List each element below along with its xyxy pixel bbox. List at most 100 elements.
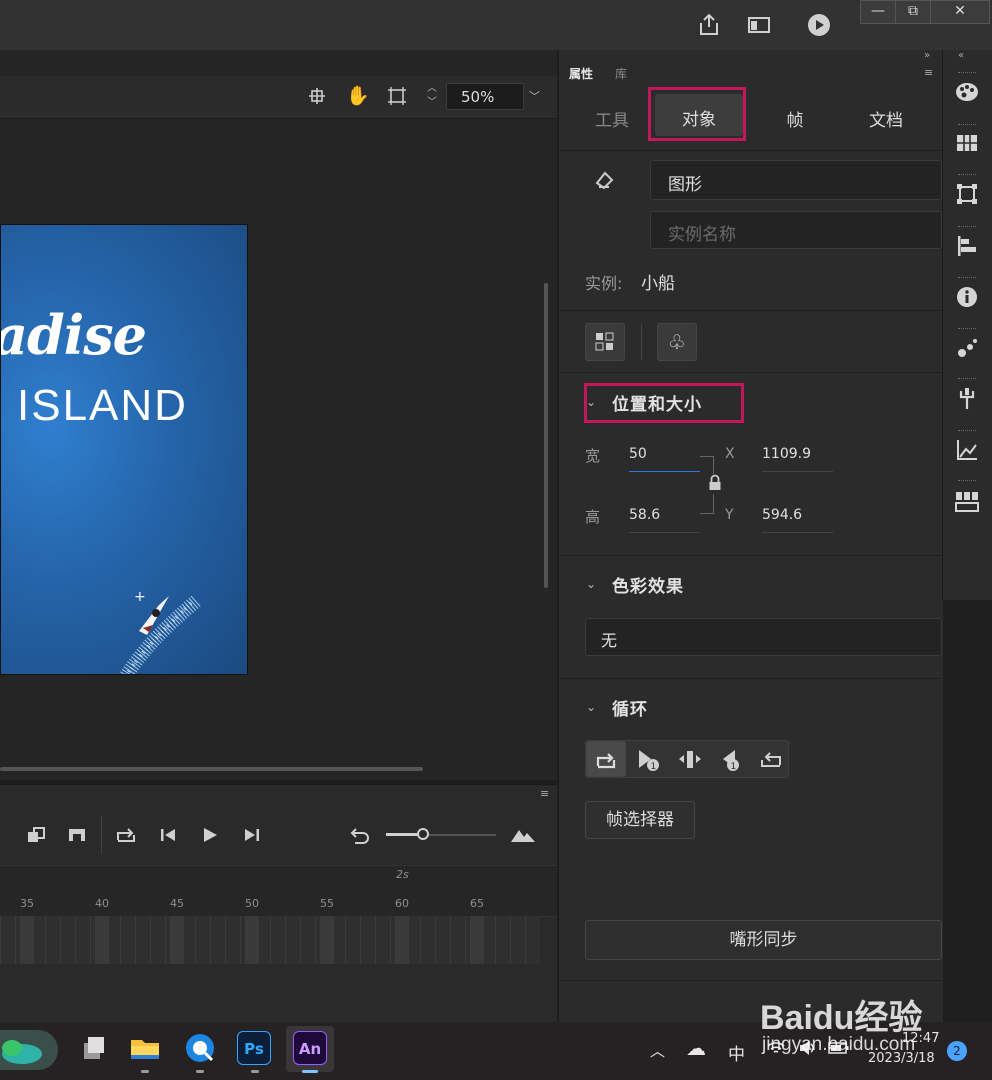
svg-text:1: 1: [651, 762, 657, 772]
close-button[interactable]: ✕: [930, 0, 990, 24]
transform-icon[interactable]: [955, 183, 979, 207]
test-movie-play-icon[interactable]: [806, 12, 832, 38]
center-stage-icon[interactable]: [307, 86, 327, 106]
panel-tab-library[interactable]: 库: [615, 65, 627, 82]
divider: [560, 150, 942, 151]
x-underline: [762, 471, 833, 472]
chevron-down-icon[interactable]: ⌄: [586, 577, 596, 591]
code-snippets-icon[interactable]: [955, 489, 979, 513]
task-view-icon[interactable]: [75, 1031, 109, 1065]
browser-icon[interactable]: [183, 1031, 217, 1065]
swap-symbol-button[interactable]: [585, 323, 625, 361]
frame-marker: [470, 916, 484, 964]
info-icon[interactable]: [955, 286, 979, 310]
restore-button[interactable]: ⧉: [895, 0, 931, 24]
stage-canvas[interactable]: adise ISLAND +: [0, 224, 248, 675]
loop-reverse-icon[interactable]: [759, 749, 783, 775]
instance-value[interactable]: 小船: [641, 269, 675, 294]
onion-skin-icon[interactable]: [67, 826, 87, 844]
lip-sync-button[interactable]: 嘴形同步: [585, 920, 942, 960]
boat-instance[interactable]: [111, 593, 201, 675]
frame-marker: [20, 916, 34, 964]
break-apart-button[interactable]: ♧: [657, 323, 697, 361]
step-forward-icon[interactable]: [242, 826, 262, 844]
title-bar: [0, 0, 992, 51]
play-once-icon[interactable]: 1: [636, 748, 662, 776]
timeline-menu-icon[interactable]: ≡: [540, 787, 549, 800]
zoom-slider-handle[interactable]: [417, 828, 429, 840]
dock-grip: [958, 430, 976, 434]
widgets-button[interactable]: [0, 1030, 58, 1070]
frame-picker-button[interactable]: 帧选择器: [585, 801, 695, 839]
share-icon[interactable]: [696, 12, 722, 38]
watermark-logo: Baidu经验: [760, 999, 923, 1037]
step-back-icon[interactable]: [158, 826, 178, 844]
width-value[interactable]: 50: [629, 446, 647, 462]
edit-multiple-frames-icon[interactable]: [26, 826, 46, 844]
x-label: X: [725, 446, 735, 462]
photoshop-app[interactable]: Ps: [237, 1031, 271, 1065]
height-underline: [629, 532, 700, 533]
color-palette-icon[interactable]: [955, 81, 979, 105]
single-frame-icon[interactable]: [678, 748, 702, 776]
components-icon[interactable]: [955, 387, 979, 411]
dock-grip: [958, 480, 976, 484]
panel-tab-properties[interactable]: 属性: [569, 65, 593, 82]
minimize-button[interactable]: —: [860, 0, 896, 24]
dock-grip: [958, 378, 976, 382]
divider: [560, 980, 942, 981]
instance-label: 实例:: [585, 274, 623, 293]
file-explorer-icon[interactable]: [128, 1031, 162, 1065]
chevron-up-icon[interactable]: ︿: [650, 1040, 665, 1061]
collapse-panel-icon[interactable]: »: [924, 50, 930, 61]
cloud-icon[interactable]: ☁: [686, 1036, 706, 1060]
highlight-box-section: [584, 383, 744, 423]
divider: [560, 310, 942, 311]
dock-grip: [958, 124, 976, 128]
clip-content-icon[interactable]: [387, 86, 407, 106]
loop-title[interactable]: 循环: [612, 695, 648, 720]
x-value[interactable]: 1109.9: [762, 446, 811, 462]
undo-icon[interactable]: [349, 826, 369, 844]
width-label: 宽: [585, 447, 601, 465]
tick-label: 60: [395, 897, 409, 910]
tick-label: 50: [245, 897, 259, 910]
panel-layout-icon[interactable]: [746, 12, 772, 38]
tab-frame[interactable]: 帧: [765, 107, 825, 135]
loop-icon[interactable]: [115, 826, 135, 844]
color-effect-value: 无: [601, 631, 618, 650]
symbol-type-icon: [594, 169, 616, 195]
swatches-icon[interactable]: [955, 133, 979, 157]
timeline-frames[interactable]: [0, 916, 540, 964]
frame-marker: [395, 916, 409, 964]
zoom-stepper[interactable]: ︿ ﹀: [426, 82, 438, 112]
mountain-zoom-icon[interactable]: [510, 826, 536, 848]
y-value[interactable]: 594.6: [762, 507, 802, 523]
tab-document[interactable]: 文档: [856, 107, 916, 135]
chevron-down-icon[interactable]: ⌄: [586, 700, 596, 714]
horizontal-scrollbar[interactable]: [0, 767, 423, 771]
expand-dock-icon[interactable]: «: [958, 50, 964, 61]
motion-presets-icon[interactable]: [955, 337, 979, 361]
y-underline: [762, 532, 833, 533]
zoom-dropdown-icon[interactable]: ﹀: [529, 88, 540, 104]
color-effect-select[interactable]: [585, 618, 942, 656]
play-icon[interactable]: [200, 826, 220, 844]
color-effect-title[interactable]: 色彩效果: [612, 572, 684, 597]
tab-tools[interactable]: 工具: [582, 107, 642, 135]
rotate-stage-icon[interactable]: ✋: [346, 85, 370, 107]
tick-label: 45: [170, 897, 184, 910]
vertical-scrollbar[interactable]: [544, 283, 548, 588]
zoom-field[interactable]: 50%: [446, 83, 524, 110]
play-once-reverse-icon[interactable]: 1: [718, 748, 744, 776]
lock-icon[interactable]: [706, 474, 724, 494]
height-value[interactable]: 58.6: [629, 507, 660, 523]
panel-menu-icon[interactable]: ≡: [924, 66, 933, 79]
loop-button[interactable]: [586, 741, 626, 777]
notification-badge[interactable]: 2: [947, 1041, 967, 1061]
motion-editor-icon[interactable]: [955, 439, 979, 463]
align-icon[interactable]: [955, 235, 979, 259]
animate-app[interactable]: An: [293, 1031, 327, 1065]
loop-icon: [596, 753, 616, 769]
ime-indicator[interactable]: 中: [728, 1040, 745, 1065]
